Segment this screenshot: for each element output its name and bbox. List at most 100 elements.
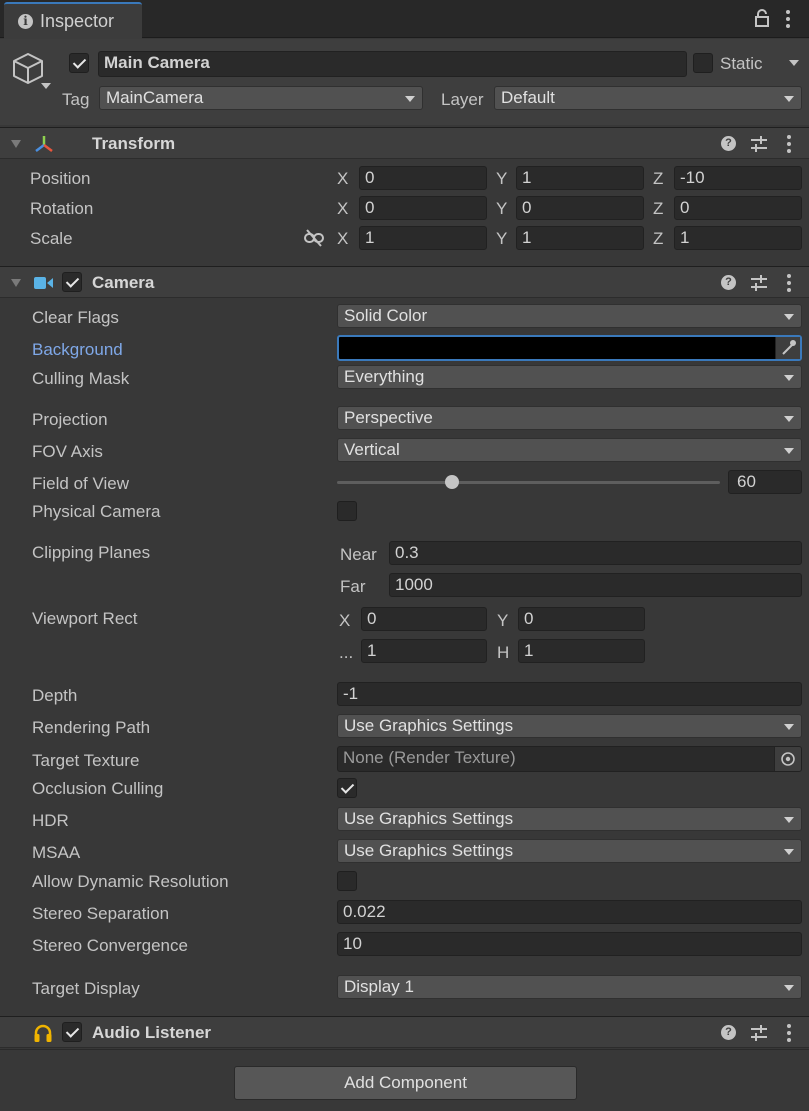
depth-label: Depth (32, 686, 78, 705)
fov-slider-thumb[interactable] (444, 475, 459, 489)
audio-listener-header[interactable]: Audio Listener ? (0, 1016, 809, 1048)
transform-gizmo-icon (33, 134, 55, 154)
layer-dropdown[interactable]: Default (494, 86, 802, 110)
help-icon[interactable]: ? (721, 136, 736, 151)
lock-icon[interactable] (755, 8, 769, 28)
viewport-x-input[interactable]: 0 (361, 607, 487, 631)
scale-label: Scale (30, 229, 73, 248)
stereo-convergence-label: Stereo Convergence (32, 936, 188, 955)
rotation-y-input[interactable]: 0 (516, 196, 644, 220)
rotation-label: Rotation (30, 199, 94, 218)
position-z-input[interactable]: -10 (674, 166, 802, 190)
kebab-icon[interactable] (785, 1023, 793, 1043)
near-label[interactable]: Near (340, 545, 377, 565)
axis-y-label[interactable]: Y (497, 611, 508, 631)
axis-z-label[interactable]: Z (653, 169, 663, 189)
axis-x-label[interactable]: X (337, 199, 348, 219)
depth-input[interactable]: -1 (337, 682, 802, 706)
active-checkbox[interactable] (69, 53, 89, 73)
clear-flags-dropdown[interactable]: Solid Color (337, 304, 802, 328)
axis-z-label[interactable]: Z (653, 199, 663, 219)
far-label[interactable]: Far (340, 577, 366, 597)
unlink-icon[interactable] (304, 229, 324, 247)
axis-z-label[interactable]: Z (653, 229, 663, 249)
clear-flags-label: Clear Flags (32, 308, 119, 327)
fov-axis-dropdown[interactable]: Vertical (337, 438, 802, 462)
stereo-separation-label: Stereo Separation (32, 904, 170, 923)
projection-dropdown[interactable]: Perspective (337, 406, 802, 430)
viewport-rect-label: Viewport Rect (32, 609, 138, 628)
transform-header[interactable]: Transform ? (0, 127, 809, 159)
viewport-h-input[interactable]: 1 (518, 639, 645, 663)
help-icon[interactable]: ? (721, 1025, 736, 1040)
msaa-dropdown[interactable]: Use Graphics Settings (337, 839, 802, 863)
axis-y-label[interactable]: Y (496, 199, 507, 219)
position-x-input[interactable]: 0 (359, 166, 487, 190)
eyedropper-icon[interactable] (775, 337, 800, 359)
kebab-icon[interactable] (785, 134, 793, 154)
camera-title: Camera (92, 273, 155, 292)
fov-label: Field of View (32, 474, 130, 493)
preset-icon[interactable] (750, 135, 768, 153)
culling-mask-label: Culling Mask (32, 369, 130, 388)
near-input[interactable]: 0.3 (389, 541, 802, 565)
rotation-x-input[interactable]: 0 (359, 196, 487, 220)
dynamic-resolution-label: Allow Dynamic Resolution (32, 872, 229, 891)
axis-x-label[interactable]: X (337, 169, 348, 189)
axis-x-label[interactable]: X (339, 611, 350, 631)
axis-w-label[interactable]: ... (339, 643, 353, 663)
scale-z-input[interactable]: 1 (674, 226, 802, 250)
position-y-input[interactable]: 1 (516, 166, 644, 190)
occlusion-culling-label: Occlusion Culling (32, 779, 164, 798)
target-display-dropdown[interactable]: Display 1 (337, 975, 802, 999)
stereo-convergence-input[interactable]: 10 (337, 932, 802, 956)
audio-listener-enabled-checkbox[interactable] (62, 1022, 82, 1042)
foldout-arrow-icon[interactable] (11, 140, 21, 148)
help-icon[interactable]: ? (721, 275, 736, 290)
tag-dropdown[interactable]: MainCamera (99, 86, 423, 110)
occlusion-culling-checkbox[interactable] (337, 778, 357, 798)
camera-header[interactable]: Camera ? (0, 266, 809, 298)
object-picker-icon[interactable] (774, 747, 801, 771)
axis-x-label[interactable]: X (337, 229, 348, 249)
camera-enabled-checkbox[interactable] (62, 272, 82, 292)
kebab-icon[interactable] (785, 273, 793, 293)
rendering-path-label: Rendering Path (32, 718, 151, 737)
foldout-arrow-icon[interactable] (11, 279, 21, 287)
culling-mask-dropdown[interactable]: Everything (337, 365, 802, 389)
static-checkbox[interactable] (693, 53, 713, 73)
camera-icon (34, 275, 54, 289)
static-dropdown-icon[interactable] (789, 60, 799, 66)
preset-icon[interactable] (750, 1024, 768, 1042)
background-color-field[interactable] (337, 335, 802, 361)
gameobject-name-input[interactable]: Main Camera (98, 51, 687, 77)
far-input[interactable]: 1000 (389, 573, 802, 597)
rendering-path-dropdown[interactable]: Use Graphics Settings (337, 714, 802, 738)
stereo-separation-input[interactable]: 0.022 (337, 900, 802, 924)
dynamic-resolution-checkbox[interactable] (337, 871, 357, 891)
hdr-dropdown[interactable]: Use Graphics Settings (337, 807, 802, 831)
axis-y-label[interactable]: Y (496, 169, 507, 189)
axis-y-label[interactable]: Y (496, 229, 507, 249)
target-texture-field[interactable]: None (Render Texture) (337, 746, 802, 772)
scale-y-input[interactable]: 1 (516, 226, 644, 250)
tab-inspector[interactable]: i Inspector (4, 2, 142, 39)
fov-input[interactable]: 60 (728, 470, 802, 494)
gameobject-cube-icon[interactable] (10, 50, 54, 94)
add-component-button[interactable]: Add Component (234, 1066, 577, 1100)
kebab-icon[interactable] (784, 9, 792, 29)
physical-camera-label: Physical Camera (32, 502, 161, 521)
scale-x-input[interactable]: 1 (359, 226, 487, 250)
projection-label: Projection (32, 410, 108, 429)
viewport-y-input[interactable]: 0 (518, 607, 645, 631)
audio-listener-title: Audio Listener (92, 1023, 212, 1042)
physical-camera-checkbox[interactable] (337, 501, 357, 521)
preset-icon[interactable] (750, 274, 768, 292)
static-label: Static (720, 54, 763, 73)
axis-h-label[interactable]: H (497, 643, 509, 663)
rotation-z-input[interactable]: 0 (674, 196, 802, 220)
footer-divider (0, 1049, 809, 1050)
fov-slider-track[interactable] (337, 481, 720, 484)
viewport-w-input[interactable]: 1 (361, 639, 487, 663)
clipping-planes-label: Clipping Planes (32, 543, 151, 562)
